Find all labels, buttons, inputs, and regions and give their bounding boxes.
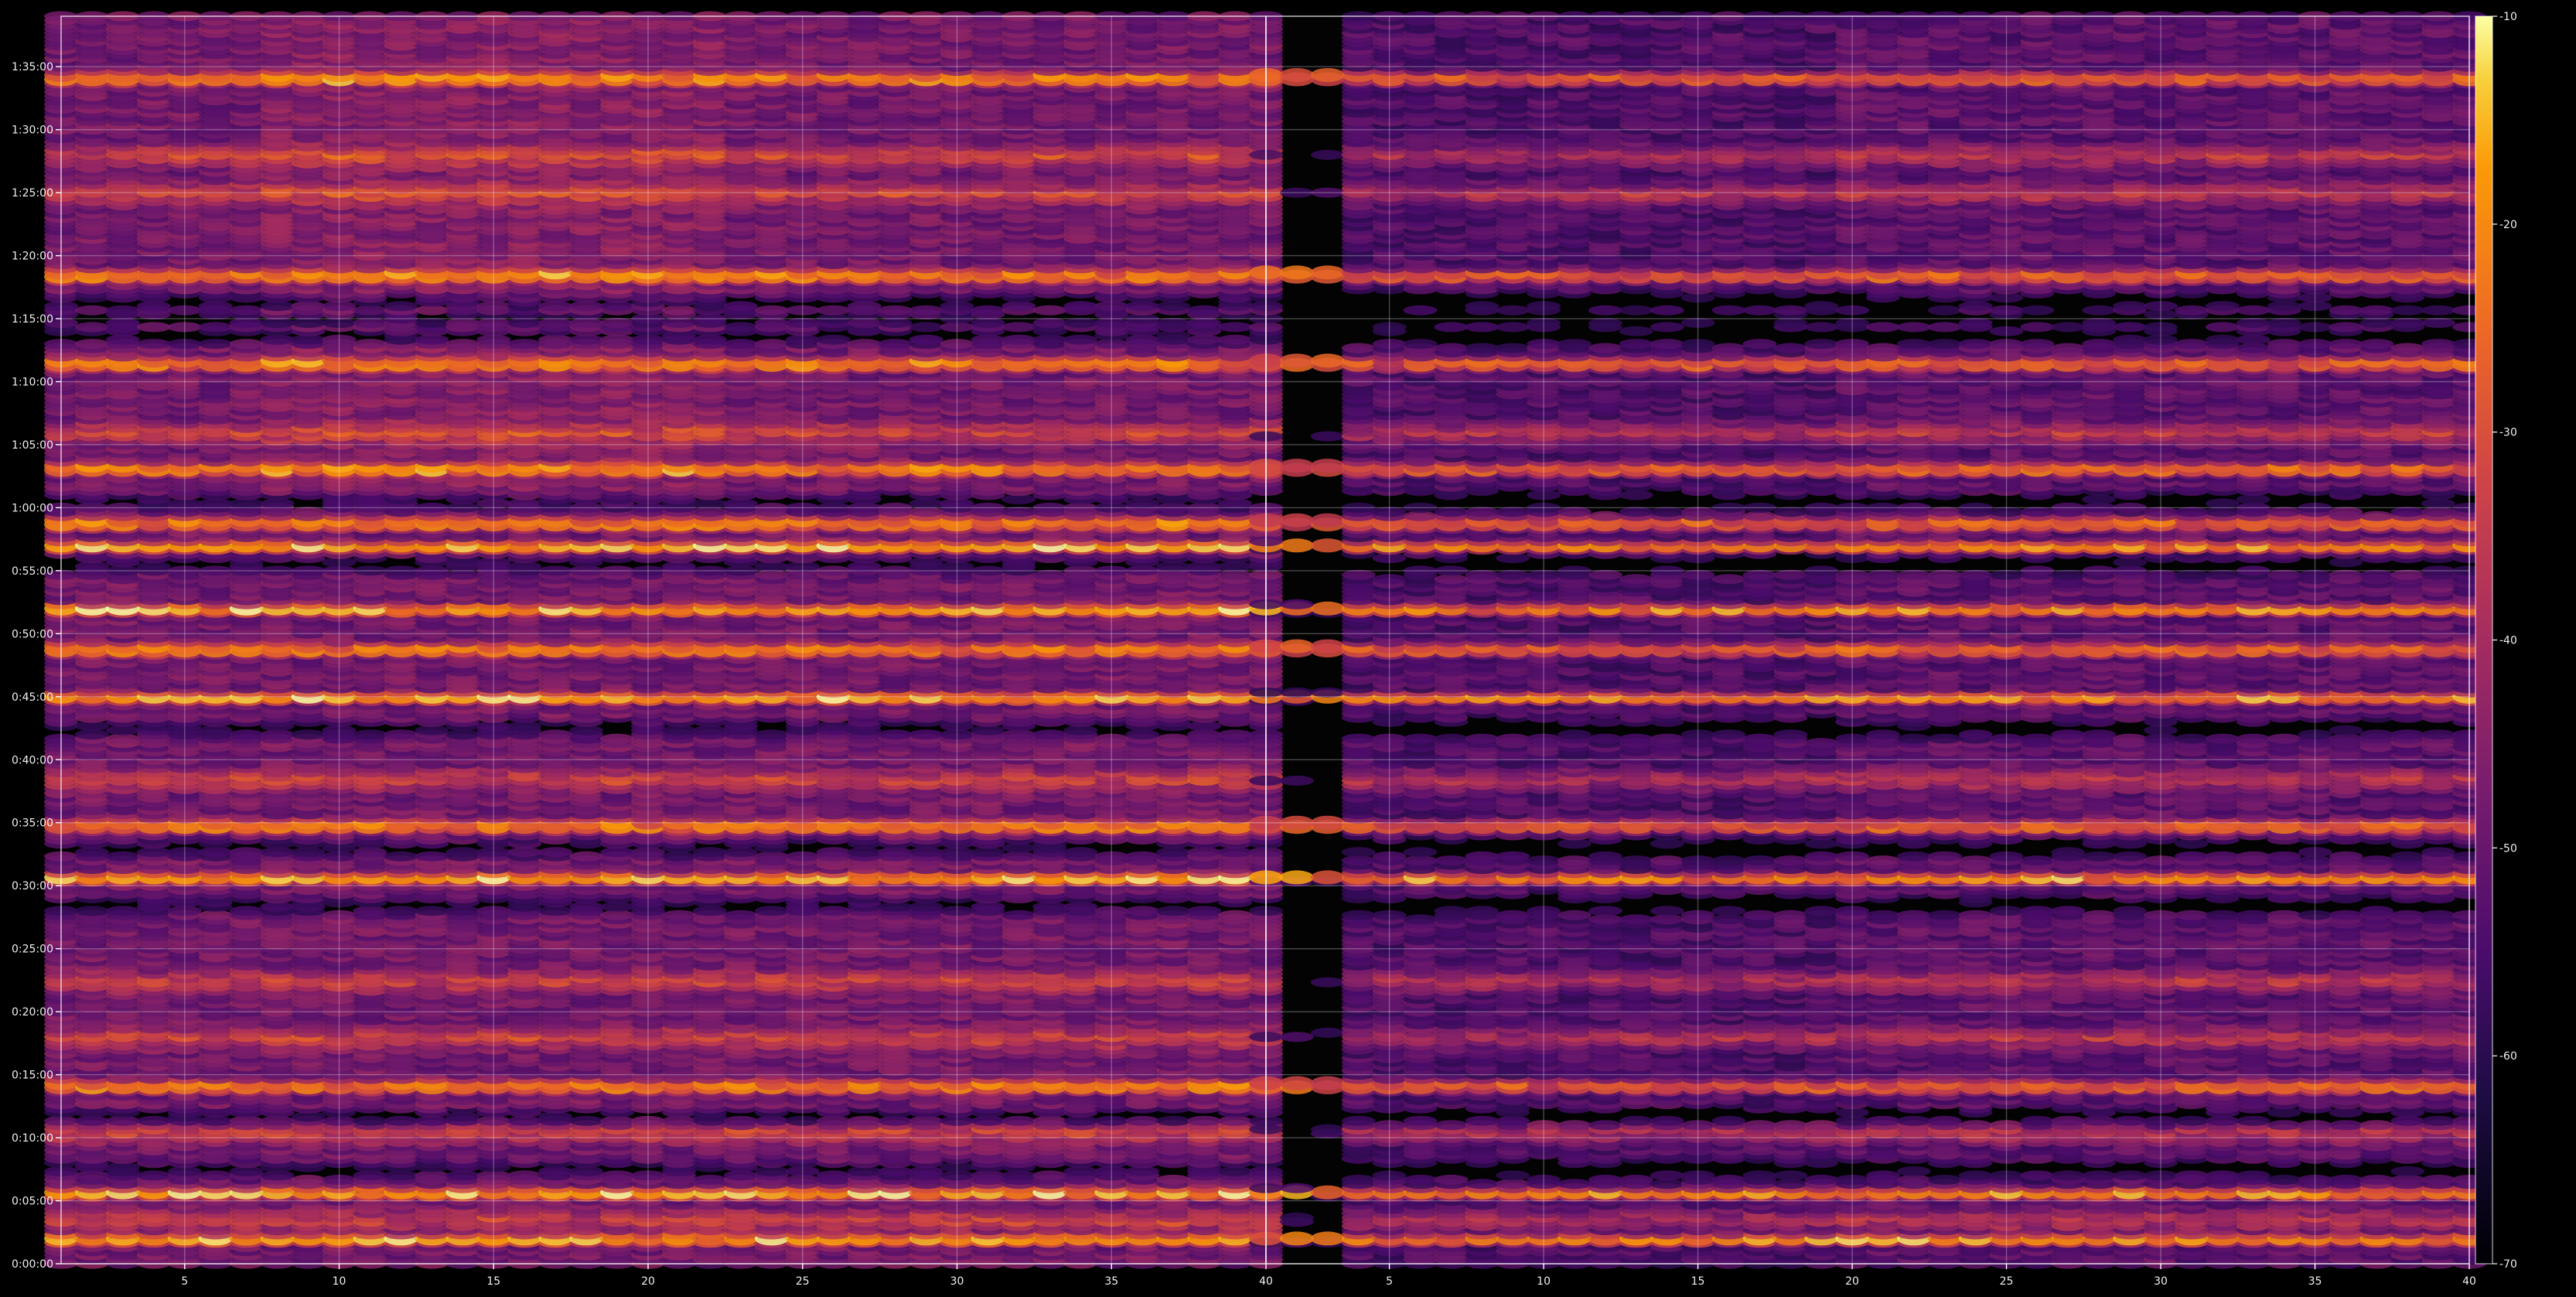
heat-cell (1218, 729, 1252, 739)
heat-cell (384, 906, 418, 916)
heat-cell (230, 906, 264, 916)
heat-cell (879, 729, 913, 739)
heat-cell (507, 1170, 541, 1180)
heatmap-marks (44, 12, 2486, 1269)
heat-cell (199, 1170, 233, 1180)
heat-cell (384, 729, 418, 739)
heat-cell (1156, 1116, 1190, 1126)
heat-cell (817, 906, 851, 916)
spectrogram-chart: 5 10 15 20 25 30 35 40 5 10 15 20 25 30 35 40 0:00:00 0:0… (0, 0, 2576, 1293)
heat-cell (1063, 847, 1097, 857)
heat-cell (909, 729, 943, 739)
heat-cell (662, 910, 696, 920)
heat-cell (569, 852, 603, 862)
heat-cell (353, 729, 387, 739)
heat-cell (538, 729, 572, 739)
heat-cell (415, 906, 449, 916)
heat-cell (415, 852, 449, 862)
heat-cell (693, 847, 727, 857)
heat-cell (1125, 906, 1159, 916)
heat-cell (1001, 910, 1036, 920)
heat-cell (1125, 1116, 1159, 1126)
heat-cell (817, 1170, 851, 1180)
heat-cell (137, 1116, 171, 1126)
heat-cell (230, 729, 264, 739)
heat-cell (106, 852, 140, 862)
heat-cell (755, 729, 789, 739)
heat-cell (848, 1116, 882, 1126)
heat-cell (1001, 1116, 1036, 1126)
heat-cell (1156, 734, 1190, 744)
heat-cell (292, 729, 326, 739)
heat-cell (1156, 906, 1190, 916)
heat-cell (724, 910, 758, 920)
heat-cell (1187, 906, 1221, 916)
heat-cell (1125, 852, 1159, 862)
heat-cell (1218, 910, 1252, 920)
heat-cell (1032, 1170, 1066, 1180)
heat-cell (600, 734, 634, 744)
heat-cell (1156, 1175, 1190, 1185)
heat-cell (445, 847, 479, 857)
heat-cell (724, 1116, 758, 1126)
heat-cell (353, 1116, 387, 1126)
heat-cell (384, 1116, 418, 1126)
heat-cell (137, 1170, 171, 1180)
heat-cell (1032, 729, 1066, 739)
heat-cell (538, 847, 572, 857)
heat-cell (75, 906, 109, 916)
heat-cell (384, 852, 418, 862)
heat-cell (569, 1116, 603, 1126)
chart-svg: 5 10 15 20 25 30 35 40 5 10 15 20 25 30 35 400:00:000:0… (0, 0, 2576, 1293)
heat-cell (817, 847, 851, 857)
heat-cell (600, 1170, 634, 1180)
heat-cell (230, 847, 264, 857)
heat-cell (106, 906, 140, 916)
heat-cell (693, 1175, 727, 1185)
heat-cell (292, 1175, 326, 1185)
heat-cell (1187, 1116, 1221, 1126)
heat-cell (755, 906, 789, 916)
